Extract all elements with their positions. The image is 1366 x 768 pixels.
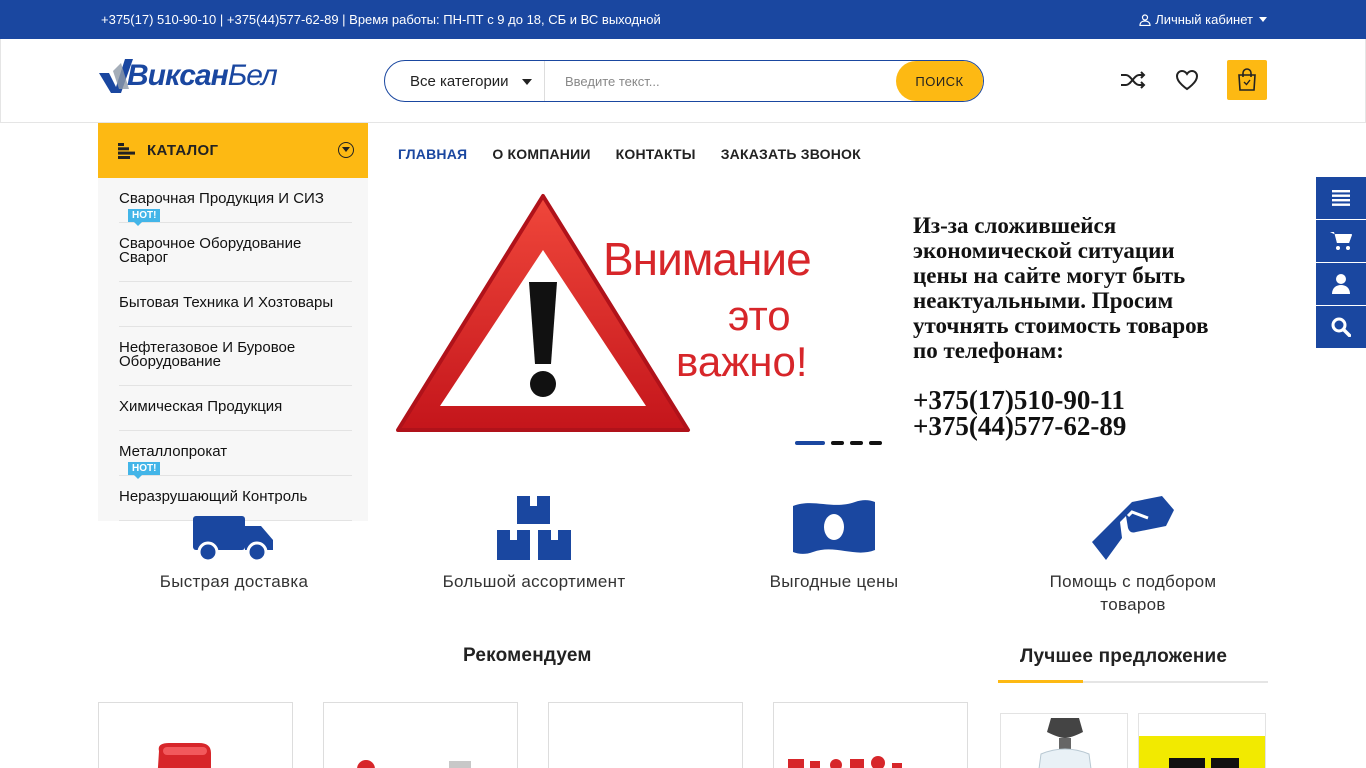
search-bar: Все категории Поиск: [384, 60, 984, 102]
banner-warning-line3: важно!: [676, 338, 808, 385]
catalog-item-label: Металлопрокат: [119, 443, 228, 460]
banner-warning-line1: Внимание: [603, 233, 812, 285]
slider-dot[interactable]: [869, 441, 882, 445]
category-select[interactable]: Все категории: [385, 61, 545, 101]
product-card[interactable]: [323, 702, 518, 768]
catalog-item-welding-equipment[interactable]: Сварочное Оборудование Сварог: [119, 235, 352, 282]
truck-icon: [193, 516, 273, 562]
account-link[interactable]: Личный кабинет: [1139, 12, 1267, 27]
offer-card[interactable]: [1000, 713, 1128, 768]
catalog-item-label: Нефтегазовое И Буровое Оборудование: [119, 339, 296, 370]
feature-label: Быстрая доставка: [159, 572, 309, 591]
catalog-list: Сварочная Продукция И СИЗ HOT! Сварочное…: [98, 178, 368, 521]
heart-icon: [1175, 69, 1199, 91]
feature-label: Помощь с подбором товаров: [1049, 572, 1217, 614]
nav-about[interactable]: О КОМПАНИИ: [492, 146, 590, 162]
feature-help: Помощь с подбором товаров: [1018, 492, 1248, 616]
handshake-icon: [1092, 496, 1174, 560]
recommended-title: Рекомендуем: [463, 645, 592, 666]
wishlist-button[interactable]: [1173, 66, 1201, 94]
compare-button[interactable]: [1119, 66, 1147, 94]
banner-phone: +375(17)510-90-11: [913, 385, 1125, 415]
feature-label: Большой ассортимент: [442, 572, 626, 591]
feature-prices: Выгодные цены: [719, 492, 949, 593]
catalog-item-label: Химическая Продукция: [119, 398, 283, 415]
feature-assortment: Большой ассортимент: [419, 492, 649, 593]
caret-down-icon: [1259, 17, 1267, 22]
site-logo[interactable]: ВиксанБел: [99, 59, 278, 93]
user-icon: [1332, 274, 1350, 294]
chevron-down-circle-icon: [338, 142, 354, 158]
hot-badge: HOT!: [128, 462, 161, 479]
site-header: ВиксанБел Все категории Поиск: [0, 39, 1366, 123]
logo-mark-icon: [99, 59, 133, 93]
side-search-button[interactable]: [1316, 306, 1366, 348]
logo-text-primary: Виксан: [127, 59, 229, 92]
catalog-item-oil-gas[interactable]: Нефтегазовое И Буровое Оборудование: [119, 339, 352, 386]
catalog-title: КАТАЛОГ: [147, 142, 219, 159]
catalog-item-household[interactable]: Бытовая Техника И Хозтовары: [119, 294, 352, 327]
category-select-value: Все категории: [410, 72, 509, 90]
hero-banner[interactable]: Внимание это важно! Из-за сложившейся эк…: [378, 180, 1266, 462]
warning-triangle-icon: [396, 194, 690, 432]
catalog-item-chemicals[interactable]: Химическая Продукция: [119, 398, 352, 431]
header-actions: [1119, 60, 1267, 100]
search-button[interactable]: Поиск: [896, 61, 983, 101]
side-cart-button[interactable]: [1316, 220, 1366, 262]
cart-icon: [1330, 232, 1352, 250]
best-offer-title: Лучшее предложение: [1020, 646, 1228, 667]
slider-dots: [795, 441, 882, 445]
shuffle-icon: [1121, 71, 1146, 89]
menu-icon: [1332, 190, 1350, 206]
banner-phones: +375(17)510-90-11 +375(44)577-62-89: [913, 385, 1127, 441]
banner-phone: +375(44)577-62-89: [913, 411, 1127, 441]
product-card[interactable]: [98, 702, 293, 768]
banner-warning-line2: это: [728, 292, 791, 339]
nav-callback[interactable]: ЗАКАЗАТЬ ЗВОНОК: [721, 146, 861, 162]
product-image: [1139, 736, 1265, 768]
offer-card[interactable]: [1138, 713, 1266, 768]
slider-dot[interactable]: [795, 441, 825, 445]
side-toolbar: [1316, 177, 1366, 349]
side-user-button[interactable]: [1316, 263, 1366, 305]
catalog-item-metal[interactable]: Металлопрокат HOT!: [119, 443, 352, 479]
feature-delivery: Быстрая доставка: [119, 492, 349, 593]
product-card[interactable]: [773, 702, 968, 768]
user-icon: [1139, 13, 1151, 26]
nav-home[interactable]: ГЛАВНАЯ: [398, 146, 467, 162]
contact-info: +375(17) 510-90-10 | +375(44)577-62-89 |…: [101, 12, 661, 27]
nav-contacts[interactable]: КОНТАКТЫ: [616, 146, 696, 162]
boxes-icon: [497, 496, 571, 560]
product-image: [357, 760, 471, 768]
caret-down-icon: [522, 79, 532, 85]
catalog-item-label: Сварочное Оборудование Сварог: [119, 235, 302, 266]
catalog-item-label: Бытовая Техника И Хозтовары: [119, 294, 334, 311]
side-menu-button[interactable]: [1316, 177, 1366, 219]
product-image: [157, 743, 211, 768]
slider-dot[interactable]: [850, 441, 863, 445]
menu-lines-icon: [118, 142, 135, 159]
product-image: [788, 756, 902, 768]
hot-badge: HOT!: [128, 209, 161, 226]
top-bar: +375(17) 510-90-10 | +375(44)577-62-89 |…: [0, 0, 1366, 39]
catalog-toggle[interactable]: КАТАЛОГ: [98, 123, 368, 178]
slider-dot[interactable]: [831, 441, 844, 445]
catalog-item-label: Сварочная Продукция И СИЗ: [119, 190, 324, 207]
product-card[interactable]: [548, 702, 743, 768]
product-image: [1038, 718, 1092, 768]
money-icon: [793, 500, 875, 554]
logo-text-secondary: Бел: [227, 59, 278, 92]
feature-label: Выгодные цены: [769, 572, 899, 591]
account-label: Личный кабинет: [1155, 12, 1253, 27]
catalog-item-welding-products[interactable]: Сварочная Продукция И СИЗ HOT!: [119, 190, 352, 226]
banner-notice: Из-за сложившейся экономической ситуации…: [913, 213, 1209, 363]
best-offer-underline: [998, 680, 1268, 683]
shopping-bag-icon: [1238, 68, 1256, 91]
main-nav: ГЛАВНАЯ О КОМПАНИИ КОНТАКТЫ ЗАКАЗАТЬ ЗВО…: [398, 146, 861, 162]
search-icon: [1331, 317, 1351, 337]
cart-button[interactable]: [1227, 60, 1267, 100]
